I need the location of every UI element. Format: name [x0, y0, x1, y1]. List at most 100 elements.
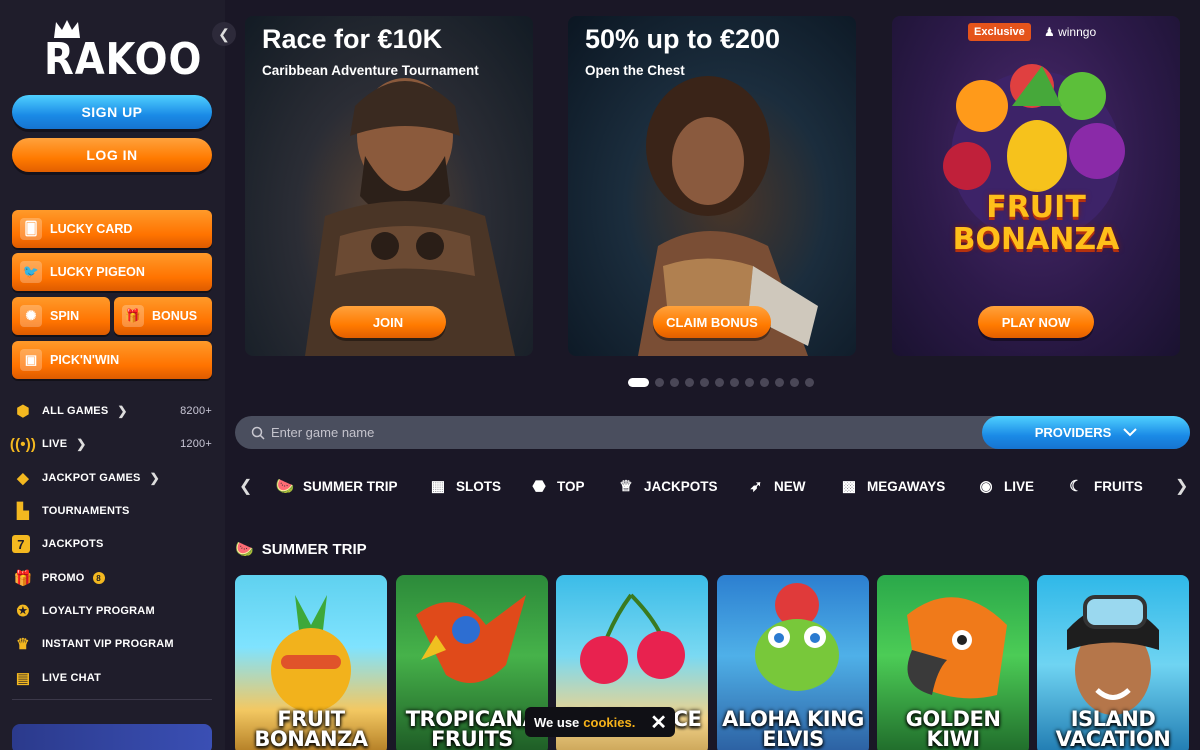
nav-loyalty-program[interactable]: ✪ LOYALTY PROGRAM — [12, 599, 212, 623]
providers-dropdown[interactable]: PROVIDERS — [982, 416, 1190, 449]
nav-live-chat[interactable]: ▤ LIVE CHAT — [12, 666, 212, 690]
medal-icon: ✪ — [16, 603, 30, 620]
carousel-dot[interactable] — [670, 378, 679, 387]
nav-promo[interactable]: 🎁 PROMO 8 — [12, 566, 212, 590]
nav-live-label: LIVE — [42, 438, 68, 450]
category-slots[interactable]: ▦ SLOTS — [428, 476, 501, 496]
carousel-dot[interactable] — [805, 378, 814, 387]
category-label: NEW — [774, 478, 806, 494]
section-title-text: SUMMER TRIP — [261, 540, 367, 558]
logo[interactable]: RAKOO — [44, 18, 201, 85]
lucky-pigeon-button[interactable]: 🐦 LUCKY PIGEON — [12, 253, 212, 291]
category-live[interactable]: ◉ LIVE — [976, 476, 1034, 496]
category-label: SUMMER TRIP — [303, 478, 398, 494]
logo-text: RAKOO — [44, 34, 203, 85]
category-bar: ❮ 🍉 SUMMER TRIP ▦ SLOTS ⬣ TOP ♕ JACKPOTS… — [235, 472, 1190, 500]
fruit-bonanza-art-text: FRUIT BONANZA — [892, 192, 1180, 256]
providers-label: PROVIDERS — [1034, 425, 1112, 440]
banner-fruit-bonanza[interactable]: Exclusive ♟ winngo FRUIT BONANZA PLAY NO… — [892, 16, 1180, 356]
game-title-line-1: GOLDEN — [905, 707, 1001, 731]
cookie-notice: We use cookies. ✕ — [525, 707, 675, 737]
join-button[interactable]: JOIN — [330, 306, 446, 338]
carousel-dot[interactable] — [715, 378, 724, 387]
game-title-line-2: KIWI — [926, 727, 980, 750]
sign-up-button[interactable]: SIGN UP — [12, 95, 212, 129]
nav-live-chat-label: LIVE CHAT — [42, 672, 102, 684]
chevron-right-icon: ❯ — [117, 404, 128, 418]
top-badge-icon: ⬣ — [532, 478, 546, 495]
play-now-button[interactable]: PLAY NOW — [978, 306, 1094, 338]
carousel-dot[interactable] — [700, 378, 709, 387]
nav-live[interactable]: ((•)) LIVE ❯ 1200+ — [10, 432, 212, 456]
nav-jackpots-label: JACKPOTS — [42, 538, 104, 550]
banner-race-tournament[interactable]: Race for €10K Caribbean Adventure Tourna… — [245, 16, 533, 356]
carousel-dot[interactable] — [730, 378, 739, 387]
chevron-right-icon: ❯ — [149, 471, 160, 485]
gift-box-icon: 🎁 — [122, 305, 144, 327]
nav-jackpot-games-label: JACKPOT GAMES — [42, 472, 141, 484]
spin-button[interactable]: ✺ SPIN — [12, 297, 110, 335]
banner-title: Race for €10K — [262, 24, 443, 54]
game-tile[interactable]: ISLAND VACATION — [1037, 575, 1189, 750]
sidebar-promo-card[interactable] — [12, 724, 212, 750]
broadcast-icon: ◉ — [979, 478, 993, 495]
category-jackpots[interactable]: ♕ JACKPOTS — [616, 476, 717, 496]
category-top[interactable]: ⬣ TOP — [529, 476, 585, 496]
categories-prev-arrow-icon[interactable]: ❮ — [239, 476, 252, 496]
art-line-1: FRUIT — [986, 190, 1086, 225]
pick-n-win-button[interactable]: ▣ PICK'N'WIN — [12, 341, 212, 379]
category-summer-trip[interactable]: 🍉 SUMMER TRIP — [275, 476, 398, 496]
sidebar: RAKOO SIGN UP LOG IN 🂠 LUCKY CARD 🐦 LUCK… — [0, 0, 225, 750]
sidebar-collapse-button[interactable]: ❮ — [212, 22, 236, 46]
nav-all-games[interactable]: ⬢ ALL GAMES ❯ 8200+ — [12, 399, 212, 423]
game-title-line-2: ELVIS — [762, 727, 824, 750]
diamond-icon: ◆ — [17, 470, 29, 487]
carousel-dot[interactable] — [775, 378, 784, 387]
carousel-dot[interactable] — [760, 378, 769, 387]
category-label: FRUITS — [1094, 478, 1143, 494]
categories-next-arrow-icon[interactable]: ❯ — [1175, 476, 1188, 496]
exclusive-tag: Exclusive — [968, 23, 1031, 41]
carousel-dots — [628, 378, 814, 387]
carousel-dot[interactable] — [685, 378, 694, 387]
claim-bonus-button[interactable]: CLAIM BONUS — [653, 306, 771, 338]
jackpot-777-icon: ♕ — [619, 478, 633, 495]
app-root: RAKOO SIGN UP LOG IN 🂠 LUCKY CARD 🐦 LUCK… — [0, 0, 1200, 750]
search-input[interactable] — [271, 425, 971, 440]
banner-deposit-bonus[interactable]: 50% up to €200 Open the Chest CLAIM BONU… — [568, 16, 856, 356]
nav-instant-vip[interactable]: ♛ INSTANT VIP PROGRAM — [12, 632, 212, 656]
category-fruits[interactable]: ☾ FRUITS — [1066, 476, 1143, 496]
game-tile[interactable]: GOLDEN KIWI — [877, 575, 1029, 750]
game-title: GOLDEN KIWI — [877, 707, 1029, 750]
game-tile[interactable]: FRUIT BONANZA — [235, 575, 387, 750]
lucky-card-button[interactable]: 🂠 LUCKY CARD — [12, 210, 212, 248]
nav-tournaments-label: TOURNAMENTS — [42, 505, 130, 517]
cookie-text: We use — [534, 714, 580, 730]
category-label: TOP — [557, 478, 585, 494]
nav-instant-vip-label: INSTANT VIP PROGRAM — [42, 638, 174, 650]
game-tile[interactable]: ALOHA KING ELVIS — [717, 575, 869, 750]
watermelon-icon: 🍉 — [275, 478, 295, 495]
close-icon[interactable]: ✕ — [650, 710, 667, 735]
nav-tournaments[interactable]: ▙ TOURNAMENTS — [12, 499, 212, 523]
carousel-dot[interactable] — [745, 378, 754, 387]
nav-jackpot-games[interactable]: ◆ JACKPOT GAMES ❯ — [12, 466, 212, 490]
category-label: LIVE — [1004, 478, 1035, 494]
carousel-dot[interactable] — [790, 378, 799, 387]
card-icon: 🂠 — [20, 218, 42, 240]
carousel-dot[interactable] — [628, 378, 649, 387]
category-label: SLOTS — [456, 478, 502, 494]
game-title: ISLAND VACATION — [1037, 709, 1189, 750]
lucky-pigeon-label: LUCKY PIGEON — [50, 265, 145, 279]
category-new[interactable]: ➶ NEW — [746, 476, 806, 496]
bonus-button[interactable]: 🎁 BONUS — [114, 297, 212, 335]
carousel-dot[interactable] — [655, 378, 664, 387]
bonus-label: BONUS — [152, 309, 198, 323]
cookies-link[interactable]: cookies. — [583, 715, 635, 730]
podium-icon: ▙ — [17, 503, 29, 520]
log-in-button[interactable]: LOG IN — [12, 138, 212, 172]
nav-jackpots[interactable]: 7 JACKPOTS — [12, 532, 212, 556]
art-line-2: BONANZA — [952, 222, 1120, 257]
category-label: MEGAWAYS — [867, 478, 946, 494]
category-megaways[interactable]: ▩ MEGAWAYS — [839, 476, 945, 496]
